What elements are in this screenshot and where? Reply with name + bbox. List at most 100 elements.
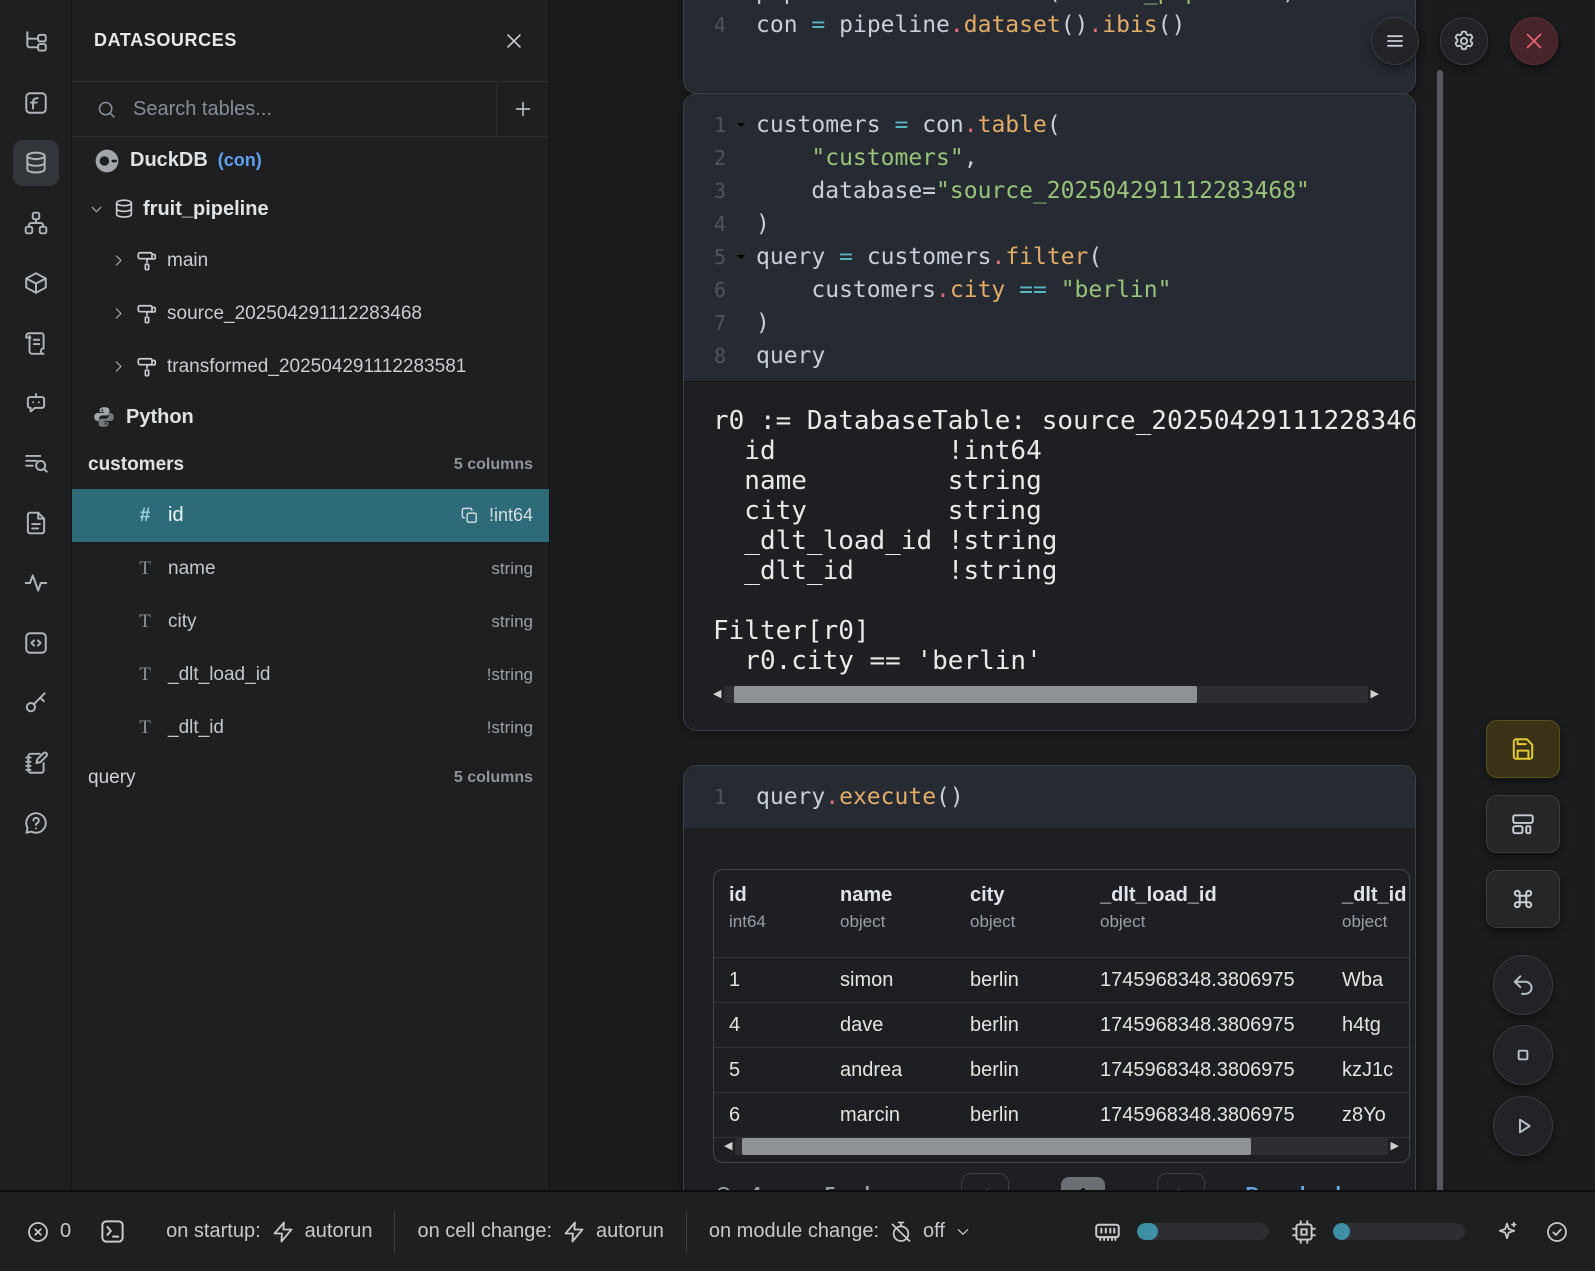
tree-item-duckdb-connection[interactable]: DuckDB(con): [72, 137, 549, 184]
menu-icon: [1383, 29, 1407, 53]
undo-button[interactable]: [1493, 955, 1553, 1015]
scroll-left-icon[interactable]: ◀: [713, 686, 724, 703]
rail-item-key[interactable]: [13, 680, 59, 726]
code-line-2[interactable]: 2 "customers",: [684, 141, 1415, 174]
code-line-6[interactable]: 6 customers.city == "berlin": [684, 273, 1415, 306]
scrollbar-thumb[interactable]: [742, 1138, 1251, 1155]
key-icon: [23, 690, 49, 716]
table-row[interactable]: 5andreaberlin1745968348.3806975kzJ1c: [714, 1048, 1409, 1093]
rail-item-help-bubble[interactable]: [13, 800, 59, 846]
rail-item-scroll-text[interactable]: [13, 320, 59, 366]
tree-section-python[interactable]: Python: [72, 393, 549, 441]
fold-chevron-icon[interactable]: [726, 250, 756, 264]
rail-item-activity[interactable]: [13, 560, 59, 606]
column-header-city[interactable]: cityobject: [970, 884, 1100, 957]
error-counter[interactable]: 0: [26, 1220, 71, 1244]
rail-item-box[interactable]: [13, 260, 59, 306]
scrollbar-track[interactable]: [735, 1138, 1388, 1155]
tree-item-database[interactable]: fruit_pipeline: [72, 184, 549, 234]
play-button[interactable]: [1493, 1096, 1553, 1156]
add-datasource-button[interactable]: [496, 82, 549, 136]
code-line-1[interactable]: 1query.execute(): [684, 780, 1415, 813]
column-name: id: [168, 504, 184, 527]
column-row-name[interactable]: Tnamestring: [72, 542, 549, 595]
column-name: _dlt_id: [168, 717, 224, 739]
on-cell-change-value: autorun: [596, 1220, 664, 1243]
notebook-vertical-scrollbar[interactable]: [1437, 70, 1443, 1192]
rail-item-notebook-pen[interactable]: [13, 740, 59, 786]
network-icon: [23, 210, 49, 236]
gear-button[interactable]: [1440, 17, 1488, 65]
scroll-right-icon[interactable]: ▶: [1368, 686, 1379, 703]
search-input[interactable]: [131, 97, 496, 122]
code-cell-2[interactable]: 1customers = con.table(2 "customers",3 d…: [683, 93, 1416, 731]
rail-item-function-square[interactable]: [13, 80, 59, 126]
tree-item-schema[interactable]: transformed_202504291112283581: [72, 340, 549, 393]
on-module-change-setting[interactable]: on module change: off: [709, 1220, 971, 1244]
rail-item-file-text[interactable]: [13, 500, 59, 546]
scroll-right-icon[interactable]: ▶: [1388, 1138, 1399, 1155]
save-button[interactable]: [1486, 720, 1560, 778]
table-row[interactable]: 1simonberlin1745968348.3806975Wba: [714, 958, 1409, 1003]
column-name: name: [168, 558, 216, 580]
notebook-pen-icon: [23, 750, 49, 776]
on-cell-change-setting[interactable]: on cell change: autorun: [417, 1220, 663, 1244]
tree-item-schema[interactable]: source_202504291112283468: [72, 287, 549, 340]
layout-button[interactable]: [1486, 795, 1560, 853]
cell-2-editor[interactable]: 1customers = con.table(2 "customers",3 d…: [684, 94, 1415, 381]
code-line-8[interactable]: 8query: [684, 339, 1415, 372]
table-row[interactable]: 6marcinberlin1745968348.3806975z8Yo: [714, 1093, 1409, 1138]
terminal-toggle[interactable]: [99, 1218, 126, 1245]
rail-item-code-square[interactable]: [13, 620, 59, 666]
schema-icon: [136, 303, 158, 325]
result-table: idint64nameobjectcityobject_dlt_load_ido…: [713, 869, 1410, 1163]
column-row-_dlt_load_id[interactable]: T_dlt_load_id!string: [72, 648, 549, 701]
column-header-_dlt_id[interactable]: _dlt_idobject: [1342, 884, 1409, 957]
column-header-name[interactable]: nameobject: [840, 884, 970, 957]
rail-item-bot-chat[interactable]: [13, 380, 59, 426]
menu-button[interactable]: [1371, 17, 1419, 65]
scroll-left-icon[interactable]: ◀: [724, 1138, 735, 1155]
code-cell-3[interactable]: 1query.execute() idint64nameobjectcityob…: [683, 765, 1416, 1227]
cpu-usage-meter: [1333, 1223, 1465, 1240]
rail-item-database[interactable]: [13, 140, 59, 186]
tree-item-query-table[interactable]: query5 columns: [72, 754, 549, 802]
cell-3-editor[interactable]: 1query.execute(): [684, 766, 1415, 828]
code-cell-1[interactable]: 3pipeline = dlt.attach("fruit_pipeline")…: [683, 0, 1416, 94]
table-horizontal-scrollbar[interactable]: ◀ ▶: [724, 1138, 1399, 1155]
column-row-city[interactable]: Tcitystring: [72, 595, 549, 648]
column-row-id[interactable]: #id!int64: [72, 489, 549, 542]
close-panel-icon[interactable]: [503, 30, 525, 52]
gear-icon: [1452, 29, 1476, 53]
code-line-5[interactable]: 5query = customers.filter(: [684, 240, 1415, 273]
column-header-_dlt_load_id[interactable]: _dlt_load_idobject: [1100, 884, 1342, 957]
chevron-right-icon: [110, 358, 127, 375]
code-line-7[interactable]: 7): [684, 306, 1415, 339]
rail-item-list-search[interactable]: [13, 440, 59, 486]
table-row[interactable]: 4daveberlin1745968348.3806975h4tg: [714, 1003, 1409, 1048]
stop-button[interactable]: [1493, 1025, 1553, 1085]
fold-chevron-icon[interactable]: [726, 118, 756, 132]
code-line-4[interactable]: 4con = pipeline.dataset().ibis(): [684, 8, 1415, 41]
output-horizontal-scrollbar[interactable]: ◀ ▶: [713, 686, 1379, 703]
rail-item-file-tree[interactable]: [13, 20, 59, 66]
play-icon: [1510, 1113, 1536, 1139]
code-line-3[interactable]: 3 database="source_202504291112283468": [684, 174, 1415, 207]
column-header-id[interactable]: idint64: [729, 884, 840, 957]
on-startup-setting[interactable]: on startup: autorun: [166, 1220, 372, 1244]
tree-item-schema[interactable]: main: [72, 234, 549, 287]
on-cell-change-label: on cell change:: [417, 1220, 552, 1243]
command-button[interactable]: [1486, 870, 1560, 928]
table-cell: Wba: [1342, 969, 1409, 992]
scrollbar-thumb[interactable]: [734, 686, 1198, 703]
tree-item-customers-table[interactable]: customers5 columns: [72, 441, 549, 489]
code-line-4[interactable]: 4): [684, 207, 1415, 240]
column-row-_dlt_id[interactable]: T_dlt_id!string: [72, 701, 549, 754]
close-button[interactable]: [1510, 17, 1558, 65]
code-line-3[interactable]: 3pipeline = dlt.attach("fruit_pipeline"): [684, 0, 1415, 8]
code-line-1[interactable]: 1customers = con.table(: [684, 108, 1415, 141]
table-cell: 1745968348.3806975: [1100, 1059, 1342, 1082]
ai-sparkles-icon[interactable]: [1495, 1220, 1519, 1244]
scrollbar-track[interactable]: [724, 686, 1368, 703]
rail-item-network[interactable]: [13, 200, 59, 246]
